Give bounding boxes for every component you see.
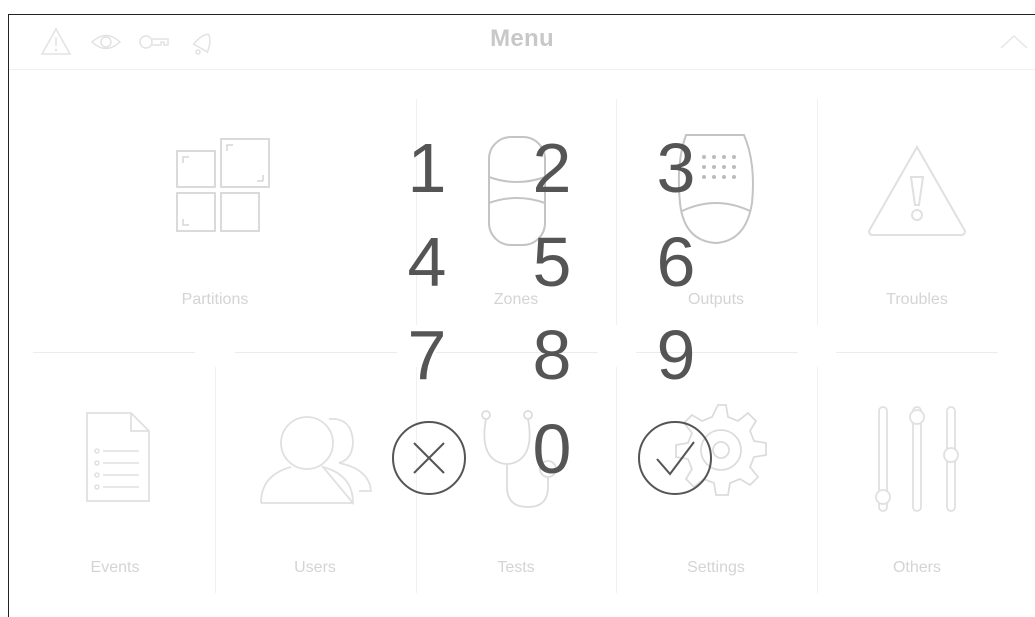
alarm-panel-screen: Menu Partitions Zones Outputs Troubles E… bbox=[8, 14, 1035, 617]
key-4[interactable]: 4 bbox=[367, 222, 487, 302]
key-1[interactable]: 1 bbox=[367, 128, 487, 208]
key-3[interactable]: 3 bbox=[616, 128, 736, 208]
cancel-icon[interactable] bbox=[390, 419, 468, 497]
confirm-icon[interactable] bbox=[636, 419, 714, 497]
key-6[interactable]: 6 bbox=[616, 222, 736, 302]
key-7[interactable]: 7 bbox=[367, 315, 487, 395]
key-0[interactable]: 0 bbox=[492, 409, 612, 489]
key-9[interactable]: 9 bbox=[616, 315, 736, 395]
key-2[interactable]: 2 bbox=[492, 128, 612, 208]
key-5[interactable]: 5 bbox=[492, 222, 612, 302]
pin-keypad: 1 2 3 4 5 6 7 8 9 0 bbox=[9, 15, 1035, 617]
key-8[interactable]: 8 bbox=[492, 315, 612, 395]
